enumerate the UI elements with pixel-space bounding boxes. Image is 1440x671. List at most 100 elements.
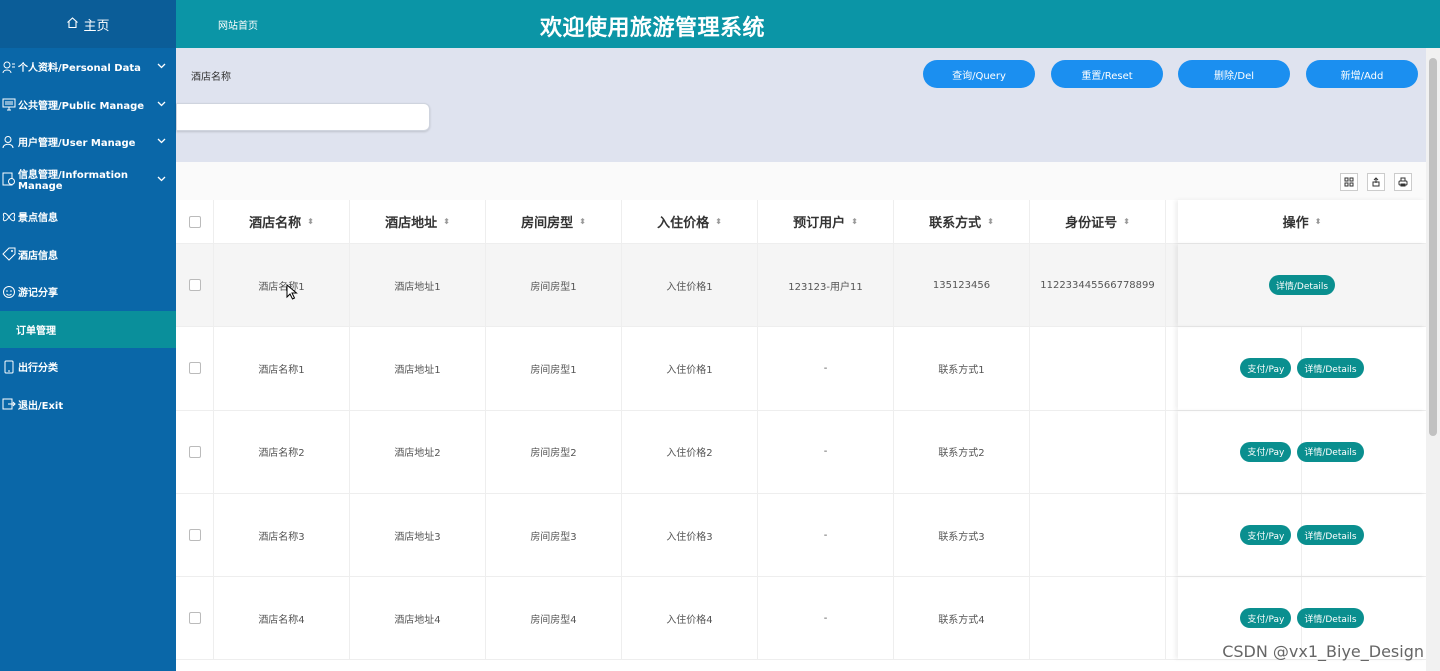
sidebar-item-0[interactable]: 个人资料/Personal Data [0, 48, 176, 86]
exit-icon [2, 397, 16, 411]
reset-button[interactable]: 重置/Reset [1051, 60, 1163, 88]
sidebar-item-6[interactable]: 游记分享 [0, 273, 176, 311]
column-header-label: 联系方式 [929, 216, 982, 231]
sort-icon[interactable]: ⬍ [715, 217, 722, 226]
column-header[interactable]: 房间房型 ⬍ [486, 200, 622, 243]
pay-button[interactable]: 支付/Pay [1240, 525, 1292, 546]
sidebar-home-label: 主页 [83, 18, 110, 34]
details-button[interactable]: 详情/Details [1297, 358, 1364, 379]
sidebar: 主页 个人资料/Personal Data 公共管理/Public Manage 用… [0, 0, 176, 671]
table-row[interactable]: 酒店名称2 酒店地址2 房间房型2 入住价格2- 联系方式2 支付/Pay 详情/Detai… [176, 410, 1426, 494]
table-cell: 入住价格1 [622, 244, 758, 327]
row-select-cell [176, 244, 214, 327]
row-select-cell [176, 493, 214, 577]
pay-button[interactable]: 支付/Pay [1240, 608, 1292, 629]
query-button[interactable]: 查询/Query [923, 60, 1035, 88]
sidebar-item-3[interactable]: 信息管理/Information Manage [0, 161, 176, 199]
sidebar-menu: 个人资料/Personal Data 公共管理/Public Manage 用户管理… [0, 48, 176, 423]
sidebar-item-5[interactable]: 酒店信息 [0, 236, 176, 274]
phone-icon [2, 360, 16, 374]
table-row[interactable]: 酒店名称1 酒店地址1 房间房型1 入住价格1- 联系方式1 支付/Pay 详情/Detai… [176, 327, 1426, 411]
sidebar-item-label: 游记分享 [18, 288, 58, 300]
sidebar-item-1[interactable]: 公共管理/Public Manage [0, 86, 176, 124]
print-icon[interactable] [1394, 173, 1412, 191]
table-cell: 酒店地址1 [350, 327, 486, 410]
column-header[interactable]: 酒店地址 ⬍ [350, 200, 486, 243]
page-scrollbar[interactable] [1426, 48, 1440, 671]
table-row[interactable]: 酒店名称3 酒店地址3 房间房型3 入住价格3- 联系方式3 支付/Pay 详情/Detai… [176, 493, 1426, 578]
table-row[interactable]: 酒店名称1 酒店地址1 房间房型1 入住价格1 123123-用户11 135123456… [176, 244, 1426, 328]
table-cell: 房间房型1 [486, 327, 622, 410]
column-header[interactable]: 入住价格 ⬍ [622, 200, 758, 243]
row-actions: 详情/Details [1178, 244, 1426, 327]
table-cell: 入住价格1 [622, 327, 758, 410]
site-home-link[interactable]: 网站首页 [218, 17, 258, 32]
table-cell: 联系方式4 [894, 577, 1030, 660]
delete-button[interactable]: 删除/Del [1178, 60, 1290, 88]
sort-icon[interactable]: ⬍ [851, 217, 858, 226]
sort-icon[interactable]: ⬍ [1315, 217, 1322, 226]
details-button[interactable]: 详情/Details [1268, 275, 1336, 296]
mouse-cursor-icon [286, 283, 298, 304]
watermark: CSDN @vx1_Biye_Design [1222, 642, 1424, 661]
sidebar-item-label: 景点信息 [18, 213, 58, 225]
hotel-name-input[interactable] [176, 103, 430, 131]
sidebar-item-2[interactable]: 用户管理/User Manage [0, 123, 176, 161]
sort-icon[interactable]: ⬍ [307, 217, 314, 226]
table-cell: 联系方式2 [894, 410, 1030, 493]
sidebar-item-7[interactable]: 订单管理 [0, 310, 176, 348]
table-cell: 联系方式3 [894, 493, 1030, 577]
sidebar-item-8[interactable]: 出行分类 [0, 348, 176, 386]
page-title: 欢迎使用旅游管理系统 [540, 16, 766, 41]
column-header-label: 房间房型 [521, 216, 574, 231]
row-checkbox[interactable] [188, 445, 201, 458]
row-checkbox[interactable] [188, 362, 201, 375]
sidebar-item-label: 退出/Exit [18, 400, 64, 412]
column-header[interactable]: 酒店名称 ⬍ [214, 200, 350, 243]
details-button[interactable]: 详情/Details [1297, 608, 1364, 629]
column-header[interactable]: 身份证号 ⬍ [1030, 200, 1166, 243]
details-button[interactable]: 详情/Details [1297, 525, 1364, 546]
add-button[interactable]: 新增/Add [1306, 60, 1418, 88]
person-card-icon [2, 60, 16, 74]
sidebar-item-9[interactable]: 退出/Exit [0, 386, 176, 424]
table-cell: 酒店地址1 [350, 244, 486, 327]
sidebar-item-label: 酒店信息 [18, 250, 58, 262]
pay-button[interactable]: 支付/Pay [1240, 358, 1292, 379]
details-button[interactable]: 详情/Details [1297, 441, 1364, 462]
row-select-cell [176, 577, 214, 660]
sort-icon[interactable]: ⬍ [579, 217, 586, 226]
pay-button[interactable]: 支付/Pay [1240, 441, 1292, 462]
column-header-label: 酒店地址 [385, 216, 438, 231]
table-header-row: 酒店名称 ⬍ 酒店地址 ⬍ 房间房型 ⬍ 入住价格 ⬍ 预订用户 ⬍ 联系方式 ⬍ 身份证号 ⬍ 操作 ⬍ [176, 200, 1426, 244]
columns-icon[interactable] [1340, 173, 1358, 191]
row-checkbox[interactable] [188, 279, 201, 292]
table-cell: 酒店名称4 [214, 577, 350, 660]
sidebar-item-4[interactable]: 景点信息 [0, 198, 176, 236]
table-cell: 房间房型2 [486, 410, 622, 493]
row-actions: 支付/Pay 详情/Details [1178, 494, 1426, 576]
table-cell [1030, 577, 1166, 660]
sidebar-item-label: 个人资料/Personal Data [18, 63, 141, 75]
sort-icon[interactable]: ⬍ [443, 217, 450, 226]
row-checkbox[interactable] [188, 529, 201, 542]
column-header[interactable]: 联系方式 ⬍ [894, 200, 1030, 243]
sort-icon[interactable]: ⬍ [1123, 217, 1130, 226]
tag-icon [2, 247, 16, 261]
table-cell: - [758, 410, 894, 493]
table-cell: 入住价格2 [622, 410, 758, 493]
table-cell: 112233445566778899 [1030, 244, 1166, 327]
chevron-down-icon [157, 174, 166, 185]
chevron-down-icon [157, 136, 166, 147]
home-icon [66, 16, 79, 33]
scrollbar-thumb[interactable] [1429, 58, 1437, 436]
select-all-checkbox[interactable] [188, 215, 201, 228]
export-icon[interactable] [1367, 173, 1385, 191]
sidebar-item-label: 出行分类 [18, 363, 58, 375]
table-cell: 酒店地址4 [350, 577, 486, 660]
sidebar-home[interactable]: 主页 [0, 0, 176, 48]
column-header[interactable]: 预订用户 ⬍ [758, 200, 894, 243]
table-cell: 酒店名称1 [214, 327, 350, 410]
row-checkbox[interactable] [188, 612, 201, 625]
sort-icon[interactable]: ⬍ [987, 217, 994, 226]
